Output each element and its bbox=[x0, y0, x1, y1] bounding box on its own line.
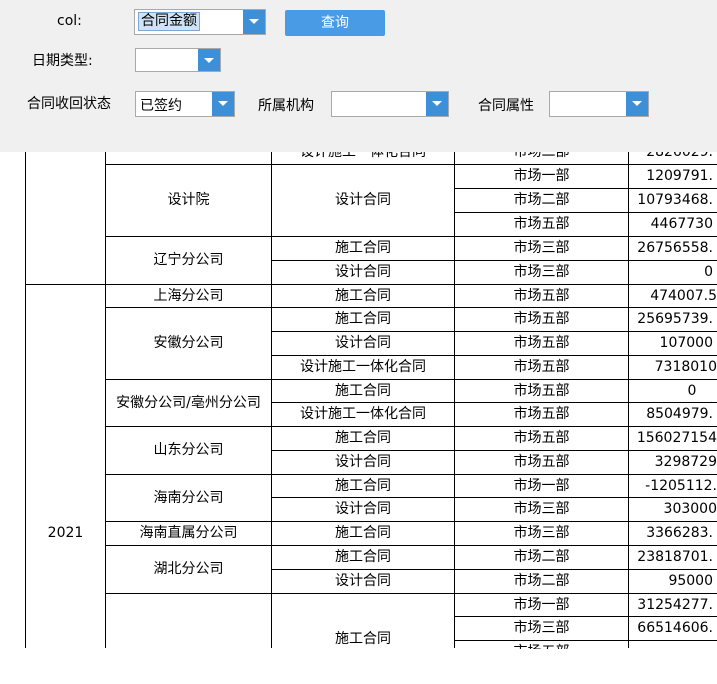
amount-cell: 0 bbox=[704, 264, 713, 280]
contract-type-cell: 设计合同 bbox=[335, 454, 391, 470]
contract-type-cell: 设计施工一体化合同 bbox=[300, 359, 426, 375]
contract-type-cell: 设计合同 bbox=[335, 501, 391, 517]
branch-cell: 辽宁分公司 bbox=[153, 252, 224, 268]
col-select-value: 合同金额 bbox=[138, 12, 200, 31]
amount-cell: 3366283. bbox=[646, 525, 713, 541]
amount-cell: 303000 bbox=[663, 501, 717, 517]
market-cell: 市场一部 bbox=[513, 168, 570, 184]
contract-type-cell: 设计合同 bbox=[335, 192, 391, 208]
market-cell: 市场五部 bbox=[513, 406, 570, 422]
contract-type-cell: 施工合同 bbox=[335, 240, 391, 256]
contract-type-cell: 施工合同 bbox=[335, 549, 391, 565]
market-cell: 市场五部 bbox=[513, 454, 570, 470]
contract-type-cell: 施工合同 bbox=[335, 383, 391, 399]
branch-cell: 山东分公司 bbox=[153, 442, 224, 458]
market-cell: 市场三部 bbox=[513, 264, 570, 280]
contract-type-cell: 施工合同 bbox=[335, 631, 391, 647]
chevron-down-icon[interactable] bbox=[243, 10, 265, 34]
branch-cell: 海南直属分公司 bbox=[139, 525, 238, 541]
market-cell: 市场二部 bbox=[513, 192, 570, 208]
date-type-label: 日期类型: bbox=[32, 53, 93, 69]
amount-cell: 4467730 bbox=[650, 216, 713, 232]
filter-panel: col: 合同金额 查询 日期类型: 合同收回状态 已签约 所属机构 合同属性 bbox=[0, 0, 717, 152]
market-cell: 市场三部 bbox=[513, 501, 570, 517]
branch-cell: 上海分公司 bbox=[153, 288, 224, 304]
branch-cell: 安徽分公司 bbox=[153, 335, 224, 351]
col-label: col: bbox=[57, 13, 82, 29]
branch-cell: 海南分公司 bbox=[153, 490, 224, 506]
amount-cell: 95000 bbox=[668, 573, 713, 589]
col-select[interactable]: 合同金额 bbox=[134, 9, 266, 35]
attr-select[interactable] bbox=[549, 91, 649, 117]
org-select[interactable] bbox=[331, 91, 449, 117]
amount-cell: 26756558. bbox=[637, 240, 713, 256]
market-cell: 市场五部 bbox=[513, 311, 570, 327]
amount-cell: 3298729 bbox=[654, 454, 717, 470]
status-select-value: 已签约 bbox=[140, 98, 182, 114]
attr-label: 合同属性 bbox=[478, 98, 534, 114]
year-cell: 2021 bbox=[47, 525, 84, 541]
amount-cell: 8504979. bbox=[646, 406, 713, 422]
amount-cell: 31254277. bbox=[637, 597, 713, 613]
contract-type-cell: 施工合同 bbox=[335, 430, 391, 446]
amount-cell: 25695739. bbox=[637, 311, 713, 327]
amount-cell: 156027154 bbox=[636, 430, 717, 446]
amount-cell: 0 bbox=[687, 383, 697, 399]
contract-type-cell: 施工合同 bbox=[335, 525, 391, 541]
chevron-down-icon[interactable] bbox=[198, 49, 220, 71]
amount-cell: 10793468. bbox=[637, 192, 713, 208]
amount-cell: 7318010 bbox=[654, 359, 717, 375]
chevron-down-icon[interactable] bbox=[426, 92, 448, 116]
market-cell: 市场二部 bbox=[513, 573, 570, 589]
contract-type-cell: 施工合同 bbox=[335, 478, 391, 494]
branch-cell: 安徽分公司/亳州分公司 bbox=[116, 395, 261, 411]
branch-cell: 设计院 bbox=[167, 192, 210, 208]
amount-cell: 1209791. bbox=[646, 168, 713, 184]
contract-type-cell: 设计合同 bbox=[335, 573, 391, 589]
chevron-down-icon[interactable] bbox=[626, 92, 648, 116]
contract-type-cell: 设计施工一体化合同 bbox=[300, 406, 426, 422]
market-cell: 市场五部 bbox=[513, 216, 570, 232]
market-cell: 市场三部 bbox=[513, 620, 570, 636]
market-cell: 市场五部 bbox=[513, 288, 570, 304]
market-cell: 市场五部 bbox=[513, 383, 570, 399]
market-cell: 市场五部 bbox=[513, 430, 570, 446]
org-label: 所属机构 bbox=[258, 98, 314, 114]
contract-type-cell: 设计合同 bbox=[335, 264, 391, 280]
market-cell: 市场一部 bbox=[513, 478, 570, 494]
query-button[interactable]: 查询 bbox=[285, 10, 385, 36]
market-cell: 市场五部 bbox=[513, 359, 570, 375]
branch-cell: 湖北分公司 bbox=[153, 561, 224, 577]
amount-cell: 66514606. bbox=[637, 620, 713, 636]
amount-cell: -1205112. bbox=[645, 478, 717, 494]
market-cell: 市场三部 bbox=[513, 525, 570, 541]
contract-type-cell: 设计合同 bbox=[335, 335, 391, 351]
market-cell: 市场二部 bbox=[513, 549, 570, 565]
status-label: 合同收回状态 bbox=[27, 96, 111, 112]
contract-type-cell: 施工合同 bbox=[335, 288, 391, 304]
amount-cell: 23818701. bbox=[637, 549, 713, 565]
market-cell: 市场一部 bbox=[513, 597, 570, 613]
amount-cell: 474007.5 bbox=[650, 288, 717, 304]
status-select[interactable]: 已签约 bbox=[135, 91, 235, 117]
date-type-select[interactable] bbox=[135, 48, 221, 72]
market-cell: 市场三部 bbox=[513, 240, 570, 256]
contract-type-cell: 施工合同 bbox=[335, 311, 391, 327]
chevron-down-icon[interactable] bbox=[212, 92, 234, 116]
amount-cell: 107000 bbox=[659, 335, 713, 351]
market-cell: 市场五部 bbox=[513, 335, 570, 351]
